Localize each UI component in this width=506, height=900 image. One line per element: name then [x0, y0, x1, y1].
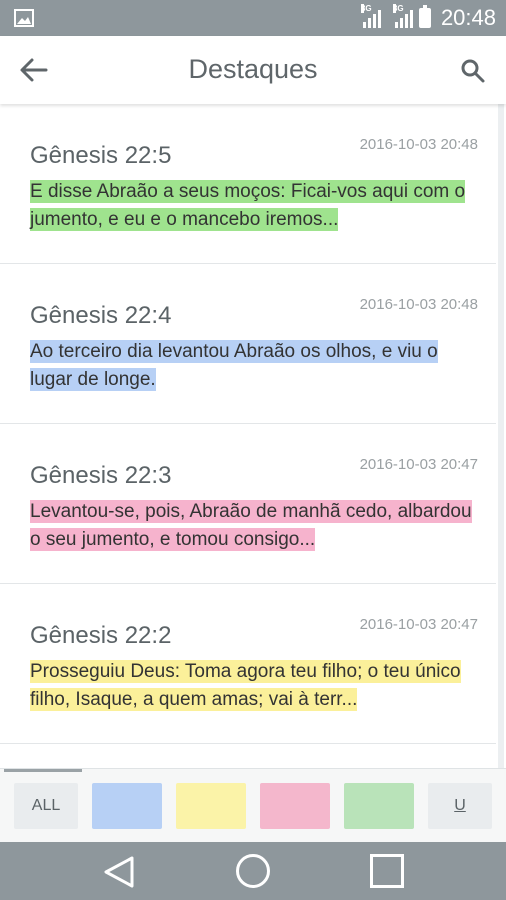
filter-all-button[interactable]: ALL [14, 783, 78, 829]
status-icons: 3G 3G 20:48 [360, 4, 496, 30]
list-item[interactable]: Gênesis 22:3 2016-10-03 20:47 Levantou-s… [0, 424, 496, 584]
system-nav-bar [0, 842, 506, 900]
list-item[interactable]: Gênesis 22:2 2016-10-03 20:47 Prosseguiu… [0, 584, 496, 744]
verse-text: Prosseguiu Deus: Toma agora teu filho; o… [30, 658, 480, 714]
page-title: Destaques [188, 54, 318, 84]
battery-icon [418, 5, 431, 28]
highlighted-verse-text: Levantou-se, pois, Abraão de manhã cedo,… [30, 500, 472, 551]
underline-label: U [454, 797, 466, 814]
scrollbar[interactable] [498, 104, 504, 768]
verse-text: Ao terceiro dia levantou Abraão os olhos… [30, 338, 480, 394]
verse-text: Levantou-se, pois, Abraão de manhã cedo,… [30, 498, 480, 554]
verse-reference: Gênesis 22:2 [30, 622, 172, 649]
network-type-2: 3G [392, 4, 404, 13]
list-item[interactable]: Gênesis 22:4 2016-10-03 20:48 Ao terceir… [0, 264, 496, 424]
search-icon[interactable] [460, 58, 486, 84]
signal-icon: 3G [392, 4, 413, 28]
highlight-timestamp: 2016-10-03 20:48 [359, 296, 478, 313]
status-time: 20:48 [440, 5, 496, 30]
verse-reference: Gênesis 22:4 [30, 302, 172, 329]
app-bar: Destaques [0, 36, 506, 104]
highlight-timestamp: 2016-10-03 20:48 [359, 136, 478, 153]
filter-blue-button[interactable] [92, 783, 162, 829]
filter-pink-button[interactable] [260, 783, 330, 829]
verse-text: E disse Abraão a seus moços: Ficai-vos a… [30, 178, 480, 234]
highlights-list[interactable]: Gênesis 22:5 2016-10-03 20:48 E disse Ab… [0, 104, 506, 768]
nav-home-icon[interactable] [236, 854, 270, 888]
verse-reference: Gênesis 22:5 [30, 142, 172, 169]
highlight-timestamp: 2016-10-03 20:47 [359, 616, 478, 633]
network-type-1: 3G [360, 4, 372, 13]
filter-green-button[interactable] [344, 783, 414, 829]
filter-bar: ALL U [0, 768, 506, 843]
highlight-timestamp: 2016-10-03 20:47 [359, 456, 478, 473]
nav-recents-icon[interactable] [370, 854, 404, 888]
highlighted-verse-text: E disse Abraão a seus moços: Ficai-vos a… [30, 180, 466, 231]
list-item[interactable]: Gênesis 22:5 2016-10-03 20:48 E disse Ab… [0, 104, 496, 264]
selected-filter-indicator [4, 769, 82, 772]
filter-underline-button[interactable]: U [428, 783, 492, 829]
verse-reference: Gênesis 22:3 [30, 462, 172, 489]
highlighted-verse-text: Ao terceiro dia levantou Abraão os olhos… [30, 340, 438, 391]
nav-back-icon[interactable] [102, 854, 136, 890]
list-item[interactable] [0, 744, 496, 768]
signal-icon: 3G [360, 4, 381, 28]
highlighted-verse-text: Prosseguiu Deus: Toma agora teu filho; o… [30, 660, 461, 711]
filter-yellow-button[interactable] [176, 783, 246, 829]
status-bar: 3G 3G 20:48 [0, 0, 506, 36]
image-icon [14, 9, 34, 27]
